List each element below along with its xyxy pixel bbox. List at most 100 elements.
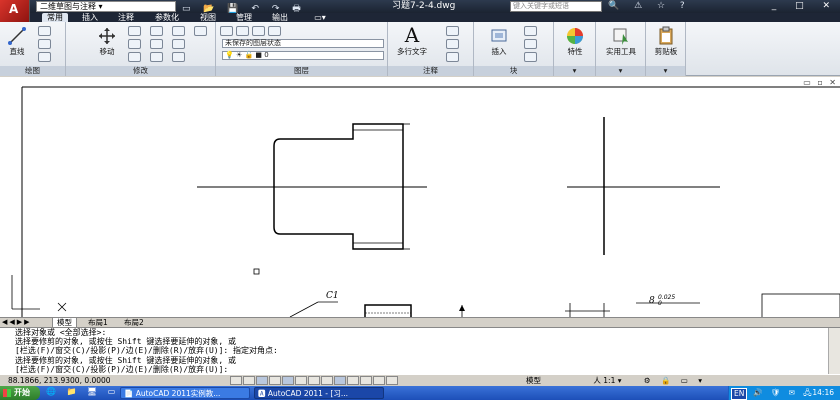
document-title: 习题7-2-4.dwg [392, 1, 456, 11]
workspace-label: 二维草图与注释 [40, 2, 96, 11]
otrack-toggle[interactable] [308, 376, 320, 385]
tpy-toggle[interactable] [360, 376, 372, 385]
move-label: 移动 [99, 47, 115, 56]
ortho-toggle[interactable] [256, 376, 268, 385]
qp-toggle[interactable] [373, 376, 385, 385]
task-button-autocad[interactable]: 🅰 AutoCAD 2011 - [习... [254, 387, 384, 399]
snap-toggle[interactable] [230, 376, 242, 385]
command-prompt[interactable]: [栏选(F)/窗交(C)/投影(P)/边(E)/删除(R)/放弃(U)]: [15, 365, 840, 374]
status-bar: 88.1866, 213.9300, 0.0000 模型 人 1:1 ▾ ⚙ 🔒… [0, 374, 840, 386]
panel-utilities: 实用工具 ▾ [596, 22, 646, 76]
panel-modify-label[interactable]: 修改 [66, 66, 215, 76]
insert-button[interactable]: 插入 [482, 26, 516, 57]
task-button-word[interactable]: 📄 AutoCAD 2011实例教... [120, 387, 250, 399]
utilities-label: 实用工具 [606, 47, 636, 56]
window-controls[interactable]: _ □ ✕ [772, 0, 838, 13]
grid-toggle[interactable] [243, 376, 255, 385]
command-history-line: 选择对象或 <全部选择>: [15, 328, 107, 337]
quick-launch-icons[interactable]: 🌐 📁 🖥 ▭ [46, 387, 119, 396]
windows-taskbar: 开始 🌐 📁 🖥 ▭ 📄 AutoCAD 2011实例教... 🅰 AutoCA… [0, 386, 840, 400]
layout-nav-arrows[interactable]: ◀◀▶▶ [2, 318, 32, 326]
line-icon [8, 27, 26, 45]
panel-clipboard-expander[interactable]: ▾ [646, 66, 685, 76]
panel-draw-label[interactable]: 绘图 [0, 66, 65, 76]
properties-label: 特性 [567, 47, 583, 56]
layer-properties-icon[interactable] [220, 26, 233, 36]
layout-tabs: ◀◀▶▶ 模型 布局1 布局2 [0, 317, 840, 328]
mtext-label: 多行文字 [397, 47, 427, 56]
line-button[interactable]: 直线 [4, 26, 30, 57]
panel-properties-expander[interactable]: ▾ [554, 66, 595, 76]
explode-icon[interactable] [194, 26, 207, 36]
dimension-icon[interactable] [446, 26, 459, 36]
layer-combo[interactable]: 💡 ☀ 🔓 ■ 0 [222, 51, 384, 60]
task-label: AutoCAD 2011 - [习... [267, 389, 348, 398]
clipboard-button[interactable]: 剪贴板 [648, 26, 684, 57]
system-tray: EN 🔊 🛡 ✉ 🖧 14:16 [728, 386, 840, 400]
mtext-button[interactable]: A 多行文字 [392, 24, 432, 57]
arc-icon[interactable] [38, 52, 51, 62]
fillet-icon[interactable] [150, 52, 163, 62]
panel-block-label[interactable]: 块 [474, 66, 553, 76]
polar-toggle[interactable] [269, 376, 281, 385]
language-indicator[interactable]: EN [731, 388, 748, 400]
polyline-icon[interactable] [38, 26, 51, 36]
rotate-icon[interactable] [150, 26, 163, 36]
ducs-toggle[interactable] [321, 376, 333, 385]
command-history-line: 选择要修剪的对象, 或按住 Shift 键选择要延伸的对象, 或 [15, 355, 236, 365]
mirror-icon[interactable] [172, 39, 185, 49]
panel-layers-label[interactable]: 图层 [216, 66, 387, 76]
windows-flag-icon [3, 389, 11, 397]
command-line[interactable]: 选择对象或 <全部选择>: 选择要修剪的对象, 或按住 Shift 键选择要延伸… [0, 327, 840, 375]
layer-match-icon[interactable] [252, 26, 265, 36]
start-label: 开始 [14, 388, 30, 397]
annotation-scale[interactable]: 1:1 [603, 376, 615, 385]
task-label: AutoCAD 2011实例教... [135, 389, 221, 398]
panel-block: 插入 块 [474, 22, 554, 76]
create-block-icon[interactable] [524, 26, 537, 36]
utilities-button[interactable]: 实用工具 [600, 26, 642, 57]
model-space-label[interactable]: 模型 [526, 376, 541, 385]
erase-icon[interactable] [128, 52, 141, 62]
layer-state-combo[interactable]: 未保存的图层状态 [222, 39, 384, 48]
tolerance-base: 8 [649, 296, 655, 306]
move-button[interactable]: 移动 [92, 26, 122, 57]
help-icons[interactable]: 🔍 ⚠ ☆ ? [608, 0, 691, 13]
drawing-canvas[interactable]: ▭ ▫ ✕ C1 8 0.025 0 [0, 77, 840, 317]
attribute-icon[interactable] [524, 52, 537, 62]
workspace-switch-icons[interactable]: ⚙ 🔒 ▭ ▾ [644, 376, 706, 385]
circle-icon[interactable] [38, 39, 51, 49]
chamfer-label: C1 [326, 291, 339, 301]
osnap-toggle[interactable] [282, 376, 294, 385]
layer-previous-icon[interactable] [268, 26, 281, 36]
tray-icons[interactable]: 🔊 🛡 ✉ 🖧 [753, 386, 815, 400]
line-label: 直线 [9, 47, 25, 56]
annotation-scale-icon: 人 [593, 376, 601, 385]
trim-icon[interactable] [172, 26, 185, 36]
leader-icon[interactable] [446, 39, 459, 49]
panel-annotation-label[interactable]: 注释 [388, 66, 473, 76]
application-menu-button[interactable]: A [0, 0, 30, 22]
3dosnap-toggle[interactable] [295, 376, 307, 385]
lwt-toggle[interactable] [347, 376, 359, 385]
workspace-select[interactable]: 二维草图与注释 ▾ [36, 1, 176, 12]
array-icon[interactable] [172, 52, 185, 62]
utilities-icon [613, 28, 628, 45]
layer-state-icon[interactable] [236, 26, 249, 36]
copy-icon[interactable] [128, 26, 141, 36]
search-input[interactable]: 键入关键字或短语 [510, 1, 602, 12]
dyn-toggle[interactable] [334, 376, 346, 385]
start-button[interactable]: 开始 [0, 386, 40, 400]
table-icon[interactable] [446, 52, 459, 62]
clipboard-label: 剪贴板 [654, 47, 678, 56]
properties-button[interactable]: 特性 [558, 26, 592, 57]
scale-icon[interactable] [150, 39, 163, 49]
panel-utilities-expander[interactable]: ▾ [596, 66, 645, 76]
stretch-icon[interactable] [128, 39, 141, 49]
clipboard-icon [659, 26, 673, 45]
sc-toggle[interactable] [386, 376, 398, 385]
insert-block-icon [491, 29, 507, 42]
edit-block-icon[interactable] [524, 39, 537, 49]
panel-clipboard: 剪贴板 ▾ [646, 22, 686, 76]
command-scrollbar[interactable] [828, 328, 840, 375]
